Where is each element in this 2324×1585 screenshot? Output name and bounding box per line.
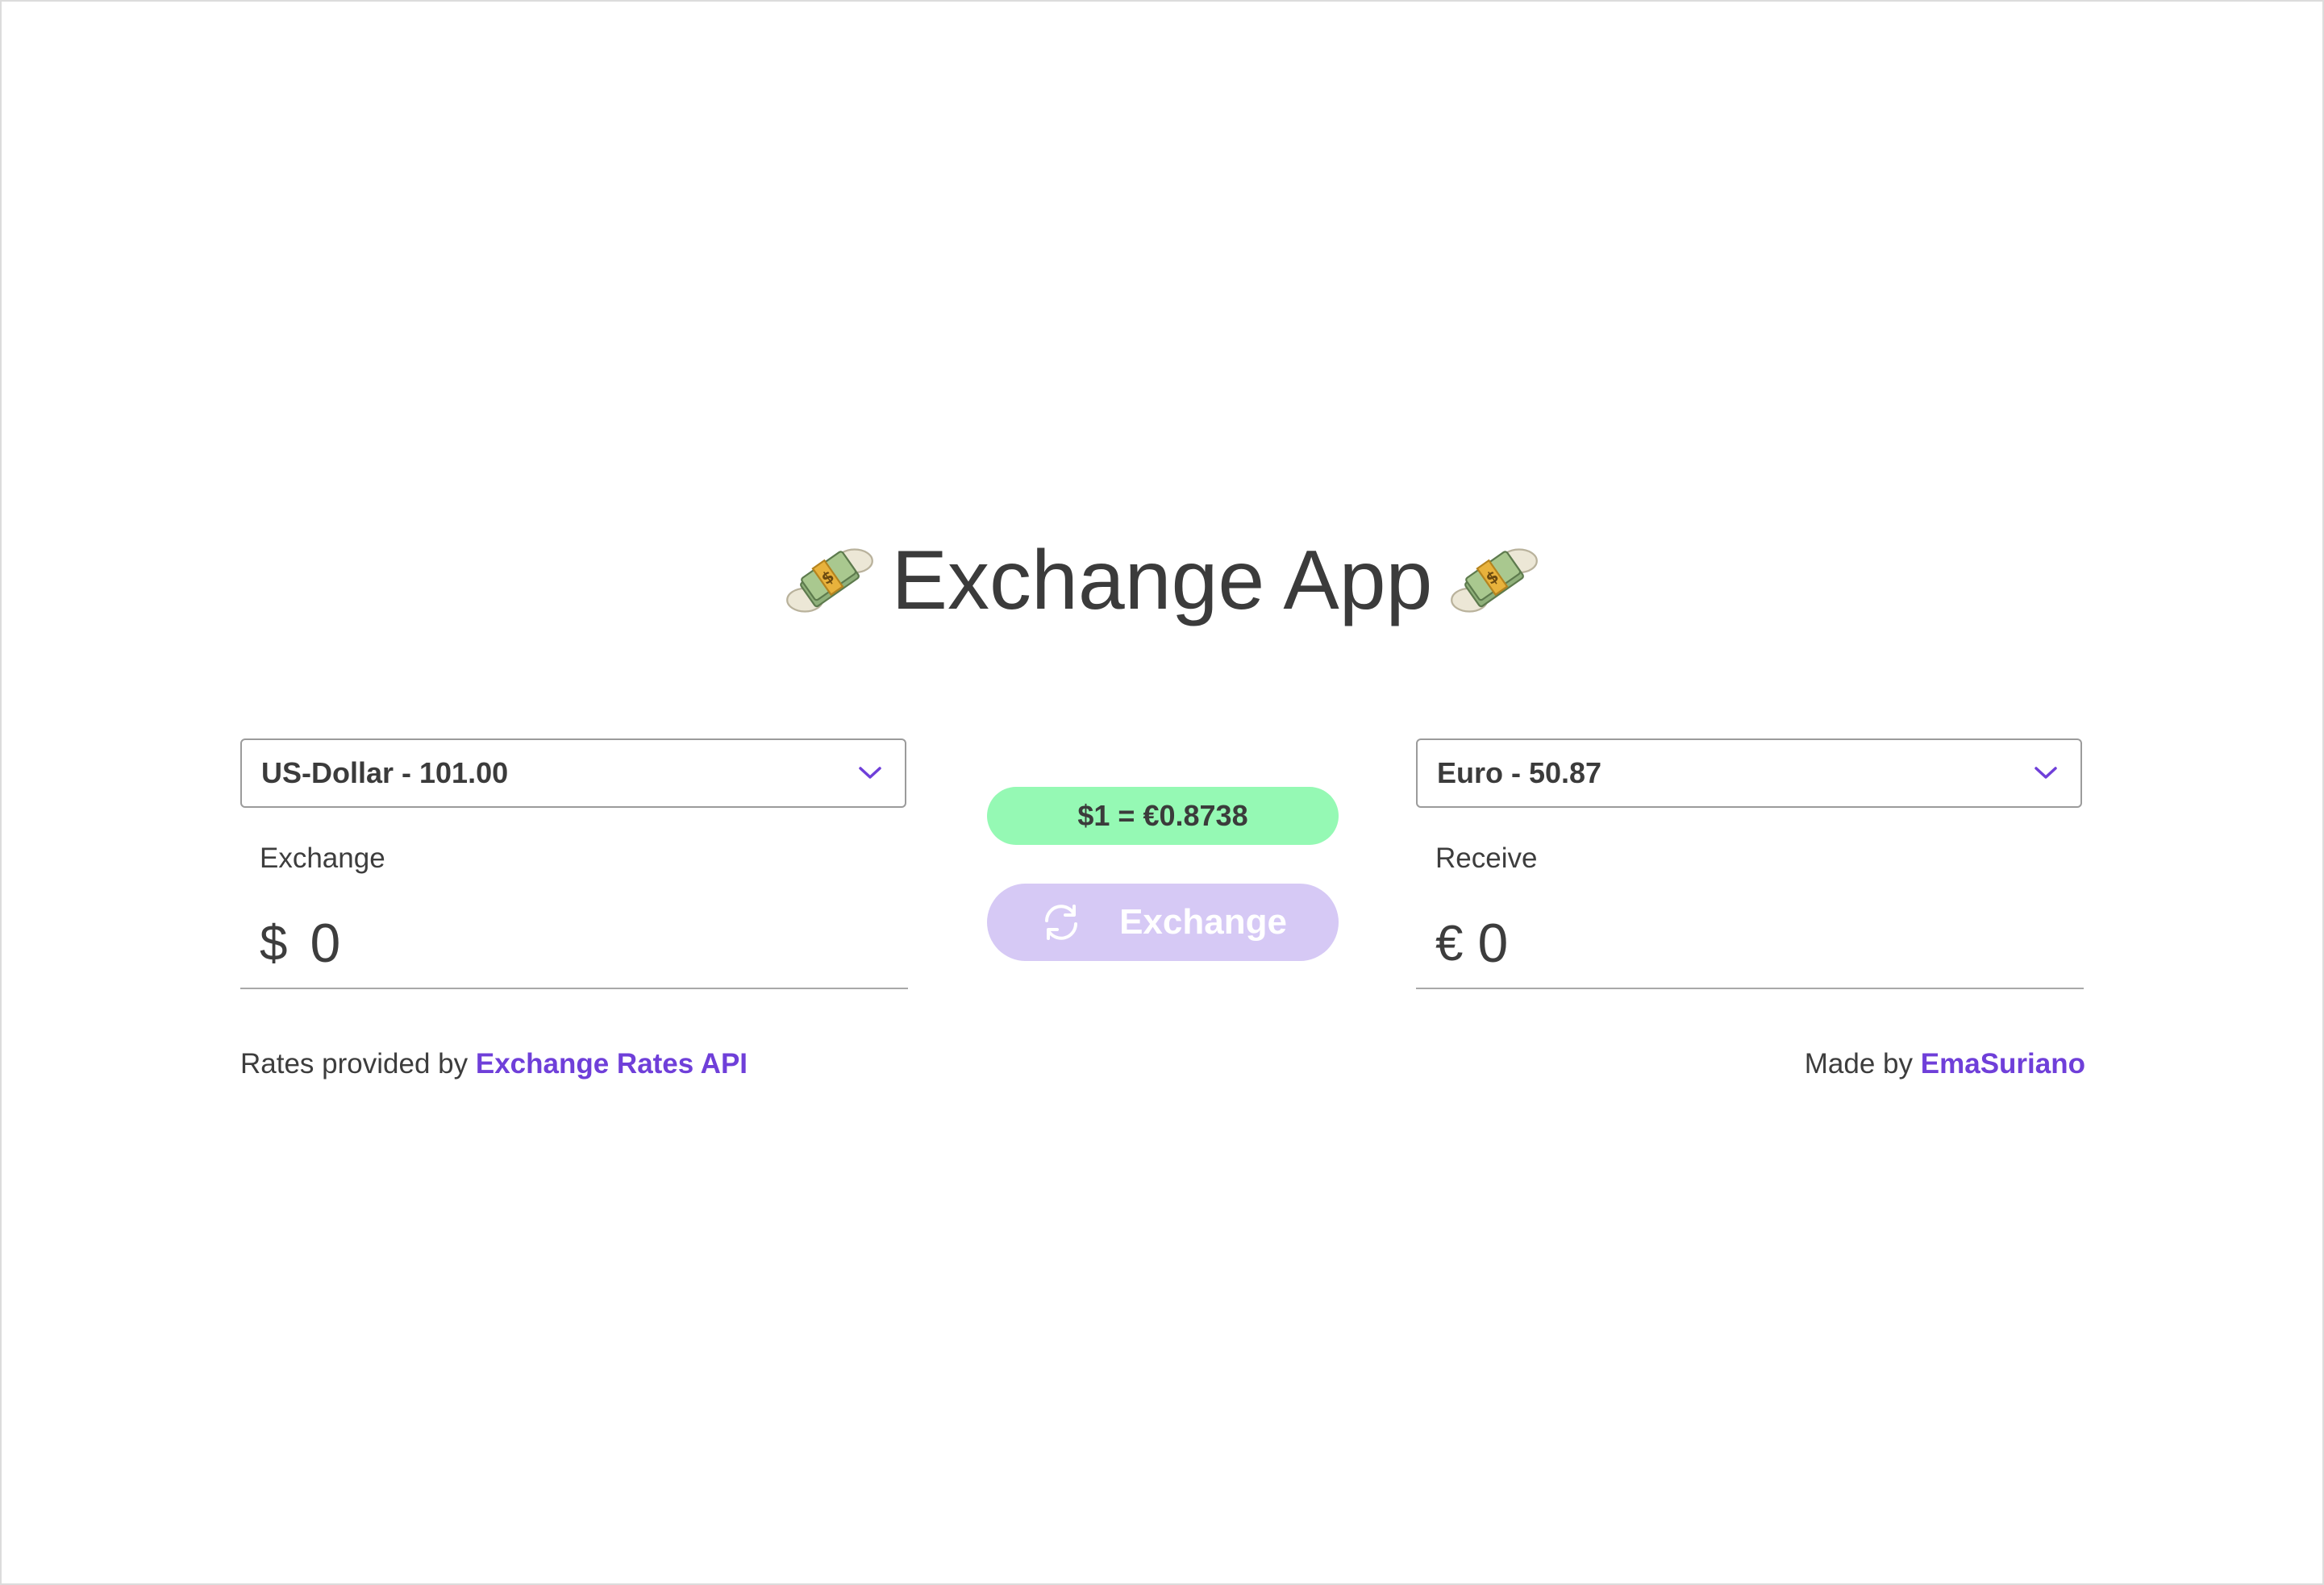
to-amount-field: € xyxy=(1416,899,2084,989)
to-currency-value: Euro - 50.87 xyxy=(1437,756,1602,789)
page-title: Exchange App xyxy=(891,533,1433,627)
author-link[interactable]: EmaSuriano xyxy=(1921,1048,2085,1080)
footer-credits: Rates provided by Exchange Rates API xyxy=(240,1048,748,1080)
from-amount-input[interactable] xyxy=(310,912,794,975)
chevron-down-icon xyxy=(859,767,881,779)
receive-label: Receive xyxy=(1435,842,1538,874)
footer-rates-prefix: Rates provided by xyxy=(240,1048,469,1080)
money-with-wings-icon: $ xyxy=(785,548,873,613)
to-currency-symbol: € xyxy=(1435,915,1464,971)
footer-author: Made by EmaSuriano xyxy=(1805,1048,2085,1080)
from-currency-symbol: $ xyxy=(260,915,288,971)
footer-made-by-prefix: Made by xyxy=(1804,1048,1914,1080)
to-currency-select[interactable]: Euro - 50.87 xyxy=(1416,738,2082,808)
rate-badge: $1 = €0.8738 xyxy=(987,787,1339,845)
exchange-button[interactable]: Exchange xyxy=(987,884,1339,961)
from-amount-field: $ xyxy=(240,899,908,989)
page-header: $ Exchange App $ xyxy=(0,524,2324,637)
to-amount-input[interactable] xyxy=(1477,912,1962,975)
money-with-wings-icon: $ xyxy=(1451,548,1539,613)
exchange-label: Exchange xyxy=(260,842,385,874)
chevron-down-icon xyxy=(2035,767,2057,779)
exchange-rates-api-link[interactable]: Exchange Rates API xyxy=(476,1048,748,1080)
from-currency-value: US-Dollar - 101.00 xyxy=(261,756,509,789)
exchange-button-label: Exchange xyxy=(1119,902,1287,942)
sync-icon xyxy=(1045,905,1078,940)
from-currency-select[interactable]: US-Dollar - 101.00 xyxy=(240,738,906,808)
